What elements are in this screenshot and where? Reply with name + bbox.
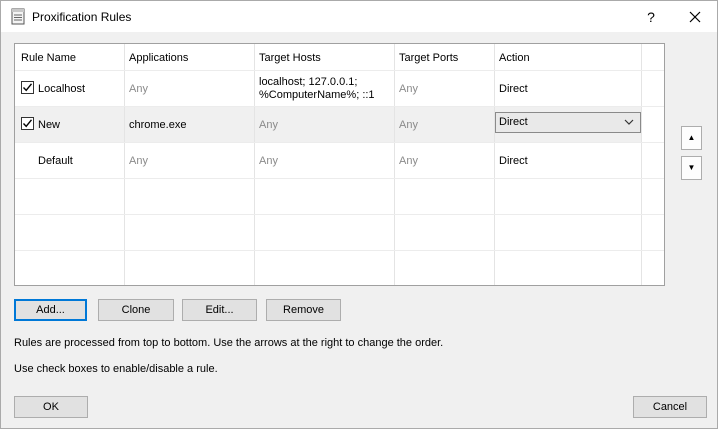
rule-hosts: Any [259,119,278,131]
rule-ports: Any [399,119,418,131]
rule-enable-checkbox-localhost[interactable] [21,81,34,94]
edit-button[interactable]: Edit... [182,299,257,321]
cancel-button[interactable]: Cancel [633,396,707,418]
rule-enable-checkbox-new[interactable] [21,117,34,130]
move-down-button[interactable]: ▼ [681,156,702,180]
checkmark-icon [22,83,33,92]
rule-applications: Any [129,83,148,95]
rule-ports: Any [399,83,418,95]
chevron-down-icon [624,119,634,125]
rule-hosts-line2: %ComputerName%; ::1 [259,89,375,101]
rule-name: Default [38,155,73,167]
rule-hosts: Any [259,155,278,167]
action-dropdown-value: Direct [499,116,528,128]
move-up-button[interactable]: ▲ [681,126,702,150]
close-button[interactable] [681,5,709,29]
ok-button[interactable]: OK [14,396,88,418]
help-button[interactable]: ? [637,5,665,29]
rules-document-icon [11,8,25,25]
rule-action: Direct [499,155,528,167]
rule-applications: Any [129,155,148,167]
column-header-rule-name[interactable]: Rule Name [21,52,76,64]
clone-button[interactable]: Clone [98,299,174,321]
window-title: Proxification Rules [32,10,132,24]
rule-hosts-line1: localhost; 127.0.0.1; [259,76,358,88]
title-bar: Proxification Rules ? [1,1,717,32]
checkmark-icon [22,119,33,128]
add-button[interactable]: Add... [14,299,87,321]
column-header-action[interactable]: Action [499,52,530,64]
rule-name: New [38,119,61,131]
remove-button[interactable]: Remove [266,299,341,321]
proxification-rules-dialog: Proxification Rules ? Rule Name Applicat… [0,0,718,429]
column-header-applications[interactable]: Applications [129,52,188,64]
checkbox-hint-text: Use check boxes to enable/disable a rule… [14,363,218,375]
rule-name: Localhost [38,83,86,95]
column-header-target-hosts[interactable]: Target Hosts [259,52,321,64]
action-dropdown[interactable]: Direct [495,112,641,133]
rule-ports: Any [399,155,418,167]
rule-applications: chrome.exe [129,119,187,131]
rules-table: Rule Name Applications Target Hosts Targ… [14,43,665,286]
rule-action: Direct [499,83,528,95]
ordering-hint-text: Rules are processed from top to bottom. … [14,337,444,349]
close-icon [689,11,701,23]
column-header-target-ports[interactable]: Target Ports [399,52,458,64]
